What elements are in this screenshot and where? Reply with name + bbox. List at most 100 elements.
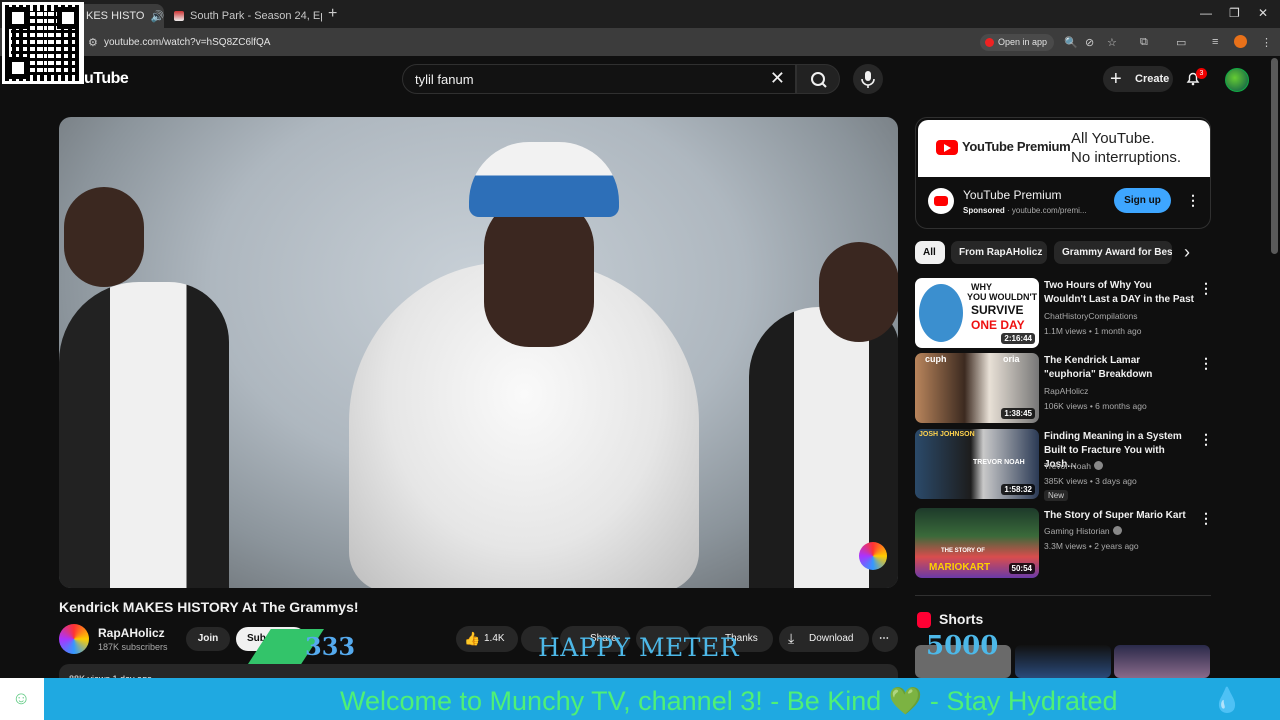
download-label: Download [809, 633, 854, 644]
plus-icon: + [1110, 68, 1122, 90]
recommendation-meta: 385K views • 3 days ago [1044, 476, 1137, 486]
thumb-text: ONE DAY [971, 318, 1025, 332]
profile-avatar[interactable] [1234, 35, 1247, 48]
video-frame-main-person [484, 197, 594, 347]
clear-search-icon[interactable]: ✕ [770, 68, 785, 89]
duration-badge: 2:16:44 [1001, 333, 1035, 344]
recommendation-channel[interactable]: Trevor Noah [1044, 461, 1103, 471]
search-button[interactable] [796, 64, 840, 94]
browser-tab-southpark[interactable]: South Park - Season 24, Ep. 2 - ✕ [166, 4, 322, 28]
channel-avatar[interactable] [59, 624, 89, 654]
recommendation-channel[interactable]: RapAHolicz [1044, 386, 1088, 396]
divider [915, 595, 1211, 596]
ad-channel-icon [928, 188, 954, 214]
ad-brand: YouTube Premium [962, 139, 1071, 154]
tab-title: KES HISTO [86, 10, 145, 22]
open-in-app-button[interactable]: Open in app [980, 34, 1055, 51]
ad-title[interactable]: YouTube Premium [963, 188, 1062, 202]
thumb-text: oria [1003, 354, 1020, 364]
more-actions-button[interactable]: ⋯ [872, 626, 898, 652]
close-window-icon[interactable]: ✕ [1258, 6, 1268, 20]
video-player[interactable] [59, 117, 898, 588]
recommendation-title[interactable]: Two Hours of Why You Wouldn't Last a DAY… [1044, 279, 1194, 307]
shorts-title: Shorts [939, 611, 984, 627]
recommendation-channel[interactable]: Gaming Historian [1044, 526, 1122, 536]
extensions-icon[interactable]: ⧉ [1140, 36, 1148, 49]
search-input[interactable]: tylil fanum ✕ [402, 64, 796, 94]
ticker-text: Welcome to Munchy TV, channel 3! - Be Ki… [340, 686, 1118, 716]
menu-kebab-icon[interactable]: ⋮ [1261, 36, 1272, 49]
eye-off-icon[interactable]: ⊘ [1085, 36, 1094, 49]
browser-tab-youtube[interactable]: KES HISTO 🔊 ✕ [78, 4, 164, 28]
video-thumbnail[interactable]: WHY YOU WOULDN'T SURVIVE ONE DAY 2:16:44 [915, 278, 1039, 348]
happy-meter-count: 333 [305, 632, 356, 661]
tab-favicon [174, 11, 184, 21]
ticker-logo: ☺ [0, 678, 44, 720]
video-thumbnail[interactable]: cuph oria 1:38:45 [915, 353, 1039, 423]
recommendation-meta: 106K views • 6 months ago [1044, 401, 1147, 411]
verified-icon [1112, 526, 1122, 535]
minimize-icon[interactable]: — [1200, 6, 1212, 20]
ad-domain: · youtube.com/premi... [1007, 206, 1087, 215]
channel-watermark[interactable] [859, 542, 887, 570]
tab-audio-icon[interactable]: 🔊 [150, 10, 164, 23]
ad-tagline: All YouTube. [1071, 130, 1155, 147]
restore-icon[interactable]: ❐ [1229, 6, 1240, 20]
recommendation-menu-icon[interactable]: ⋮ [1199, 355, 1213, 372]
sponsored-label: Sponsored [963, 206, 1005, 215]
reading-list-icon[interactable]: ≡ [1212, 36, 1218, 48]
short-thumbnail[interactable] [1114, 645, 1210, 678]
join-button[interactable]: Join [186, 627, 230, 651]
video-frame-person [59, 282, 229, 588]
thumb-text: JOSH JOHNSON [919, 431, 975, 438]
account-avatar[interactable] [1225, 68, 1249, 92]
voice-search-button[interactable] [853, 64, 883, 94]
recommendation-meta: 3.3M views • 2 years ago [1044, 541, 1139, 551]
chip-all[interactable]: All [915, 241, 945, 264]
zoom-icon[interactable]: 🔍 [1064, 36, 1078, 49]
chip-grammy[interactable]: Grammy Award for Best [1054, 241, 1172, 264]
bookmark-star-icon[interactable]: ☆ [1107, 36, 1117, 49]
search-value: tylil fanum [415, 72, 474, 87]
recommendation-meta: 1.1M views • 1 month ago [1044, 326, 1142, 336]
chevron-right-icon[interactable]: › [1184, 242, 1190, 263]
youtube-premium-logo-icon [936, 140, 958, 155]
shorts-icon [917, 612, 931, 628]
ad-menu-icon[interactable]: ⋮ [1186, 192, 1200, 209]
thumb-text: TREVOR NOAH [973, 459, 1025, 466]
video-thumbnail[interactable]: THE STORY OF MARIOKART 50:54 [915, 508, 1039, 578]
thumb-text: cuph [925, 354, 947, 364]
microphone-icon [861, 71, 875, 88]
video-frame-person [819, 242, 898, 342]
duration-badge: 1:38:45 [1001, 408, 1035, 419]
search-icon [811, 72, 827, 88]
recommendation-title[interactable]: The Story of Super Mario Kart [1044, 509, 1194, 523]
site-info-icon[interactable]: ⚙ [88, 36, 98, 49]
chip-from-channel[interactable]: From RapAHolicz [951, 241, 1047, 264]
recommendation-menu-icon[interactable]: ⋮ [1199, 280, 1213, 297]
duration-badge: 1:58:32 [1001, 484, 1035, 495]
overlay-counter: 5000 [926, 631, 999, 661]
sidebar-icon[interactable]: ▭ [1176, 36, 1186, 49]
ad-banner[interactable]: YouTube Premium All YouTube. No interrup… [918, 120, 1210, 177]
recommendation-menu-icon[interactable]: ⋮ [1199, 431, 1213, 448]
recommendation-channel[interactable]: ChatHistoryCompilations [1044, 311, 1138, 321]
video-frame-person [64, 187, 144, 287]
url-field[interactable]: youtube.com/watch?v=hSQ8ZC6lfQA [104, 37, 270, 48]
notification-badge: 3 [1196, 68, 1207, 79]
recommendation-menu-icon[interactable]: ⋮ [1199, 510, 1213, 527]
sign-up-button[interactable]: Sign up [1114, 188, 1171, 213]
download-icon: ⤓ [788, 630, 795, 646]
munchy-face-icon: ☺ [12, 688, 31, 708]
thumb-text: THE STORY OF [941, 548, 985, 554]
page-scrollbar[interactable] [1271, 58, 1278, 254]
youtube-logo[interactable]: uTube [84, 70, 129, 88]
channel-name[interactable]: RapAHolicz [98, 626, 165, 640]
short-thumbnail[interactable] [1015, 645, 1111, 678]
recommendation-title[interactable]: The Kendrick Lamar "euphoria" Breakdown [1044, 354, 1194, 382]
channel-label: Gaming Historian [1044, 526, 1110, 536]
subscriber-count: 187K subscribers [98, 642, 168, 652]
video-frame-cap [469, 142, 619, 217]
video-thumbnail[interactable]: JOSH JOHNSON TREVOR NOAH 1:58:32 [915, 429, 1039, 499]
new-tab-button[interactable]: + [328, 5, 337, 23]
